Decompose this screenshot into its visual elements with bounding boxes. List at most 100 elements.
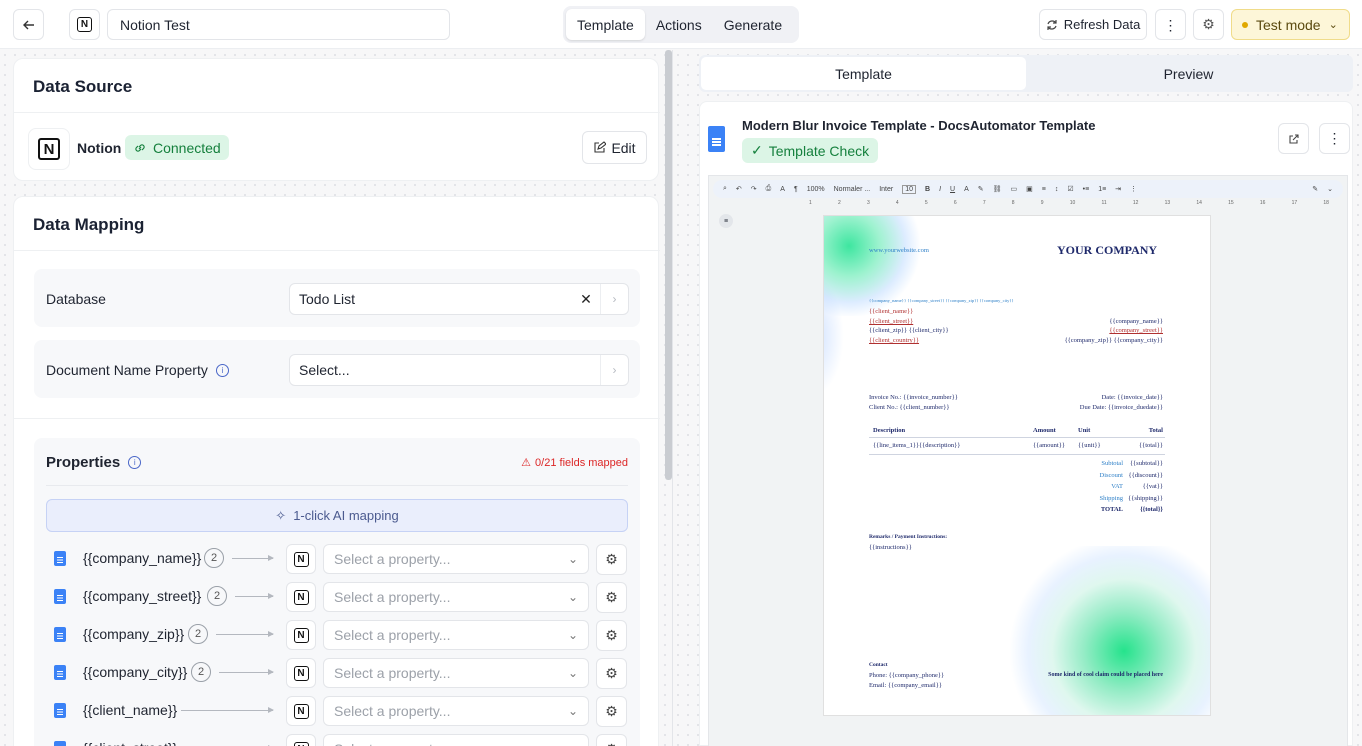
refresh-data-button[interactable]: Refresh Data bbox=[1039, 9, 1147, 40]
tab-template[interactable]: Template bbox=[566, 9, 645, 40]
doc-total-label: Subtotal bbox=[1101, 460, 1123, 467]
gear-icon: ⚙ bbox=[605, 627, 618, 643]
database-value: Todo List bbox=[299, 291, 356, 307]
ai-mapping-button[interactable]: ✧ 1-click AI mapping bbox=[46, 499, 628, 532]
outline-icon[interactable]: ≡ bbox=[719, 214, 733, 228]
chevron-down-icon: ⌄ bbox=[567, 590, 578, 604]
arrow-left-icon bbox=[22, 20, 34, 29]
underline-icon[interactable]: U bbox=[950, 186, 955, 193]
google-doc-icon bbox=[54, 703, 66, 718]
test-mode-dropdown[interactable]: Test mode ⌄ bbox=[1231, 9, 1350, 40]
spellcheck-icon[interactable]: A bbox=[780, 186, 785, 193]
doc-total-value: {{vat}} bbox=[1142, 483, 1163, 490]
text-color-icon[interactable]: A bbox=[964, 186, 969, 193]
doc-th-unit: Unit bbox=[1078, 427, 1091, 434]
paint-format-icon[interactable]: ¶ bbox=[794, 186, 798, 193]
properties-heading: Properties bbox=[46, 454, 121, 471]
chevron-right-icon[interactable]: › bbox=[600, 284, 628, 314]
doc-company-street-right: {{company_street}} bbox=[1109, 327, 1163, 334]
redo-icon[interactable]: ↷ bbox=[751, 185, 757, 193]
blur-blob-bottom bbox=[1004, 546, 1210, 715]
property-select[interactable]: Select a property... ⌄ bbox=[323, 582, 589, 612]
tab-generate[interactable]: Generate bbox=[713, 9, 793, 40]
style-select[interactable]: Normaler ... bbox=[834, 186, 871, 193]
property-settings-button[interactable]: ⚙ bbox=[596, 620, 627, 651]
template-title-input[interactable] bbox=[107, 9, 450, 40]
ruler-tick: 16 bbox=[1259, 200, 1266, 206]
property-settings-button[interactable]: ⚙ bbox=[596, 582, 627, 613]
provider-name: Notion bbox=[77, 140, 122, 156]
doc-td-description: {{line_items_1}}{{description}} bbox=[873, 442, 961, 449]
open-link-button[interactable] bbox=[1278, 123, 1309, 154]
property-row: {{company_city}} 2 N Select a property..… bbox=[45, 655, 635, 691]
notion-app-icon: N bbox=[69, 9, 100, 40]
ruler-tick: 6 bbox=[953, 200, 957, 206]
ruler-tick: 15 bbox=[1228, 200, 1234, 206]
editing-mode-icon[interactable]: ✎ bbox=[1312, 185, 1318, 193]
chevron-right-icon[interactable]: › bbox=[600, 355, 628, 385]
indent-icon[interactable]: ⇥ bbox=[1115, 185, 1121, 193]
doc-date: Date: {{invoice_date}} bbox=[1101, 394, 1163, 401]
image-icon[interactable]: ▣ bbox=[1026, 185, 1033, 193]
property-settings-button[interactable]: ⚙ bbox=[596, 658, 627, 689]
info-icon[interactable]: i bbox=[128, 456, 142, 469]
bullet-list-icon[interactable]: •≡ bbox=[1083, 186, 1090, 193]
left-scrollbar[interactable] bbox=[665, 50, 672, 480]
notion-logo-icon: N bbox=[38, 138, 60, 160]
zoom-select[interactable]: 100% bbox=[807, 186, 825, 193]
back-button[interactable] bbox=[13, 9, 44, 40]
property-select[interactable]: Select a property... ⌄ bbox=[323, 696, 589, 726]
doc-phone: Phone: {{company_phone}} bbox=[869, 672, 945, 679]
gear-icon: ⚙ bbox=[1202, 16, 1215, 32]
settings-button[interactable]: ⚙ bbox=[1193, 9, 1224, 40]
property-select[interactable]: Select a property... ⌄ bbox=[323, 658, 589, 688]
highlight-icon[interactable]: ✎ bbox=[978, 185, 984, 193]
ruler-tick: 1 bbox=[809, 200, 812, 206]
template-check-badge[interactable]: ✓ Template Check bbox=[742, 138, 879, 163]
line-spacing-icon[interactable]: ↕ bbox=[1055, 186, 1059, 193]
property-settings-button[interactable]: ⚙ bbox=[596, 734, 627, 746]
doc-th-total: Total bbox=[1148, 427, 1163, 434]
tab-actions[interactable]: Actions bbox=[645, 9, 713, 40]
doc-table-line bbox=[869, 454, 1165, 455]
print-icon[interactable]: ⎙ bbox=[766, 185, 772, 193]
database-select[interactable]: Todo List ✕ › bbox=[289, 283, 629, 315]
divider bbox=[46, 485, 628, 486]
numbered-list-icon[interactable]: 1≡ bbox=[1098, 186, 1106, 193]
tab-template-view[interactable]: Template bbox=[701, 57, 1026, 90]
align-icon[interactable]: ≡ bbox=[1042, 186, 1046, 193]
google-doc-icon bbox=[54, 741, 66, 746]
usage-count-badge: 2 bbox=[191, 662, 211, 682]
usage-count-badge: 2 bbox=[188, 624, 208, 644]
database-row: Database Todo List ✕ › bbox=[34, 269, 640, 327]
link-icon[interactable]: ⛓ bbox=[993, 185, 1002, 193]
document-name-select[interactable]: Select... › bbox=[289, 354, 629, 386]
property-select[interactable]: Select a property... ⌄ bbox=[323, 620, 589, 650]
checklist-icon[interactable]: ☑ bbox=[1067, 185, 1073, 193]
edit-button[interactable]: Edit bbox=[582, 131, 647, 164]
doc-client-city: {{client_zip}} {{client_city}} bbox=[869, 327, 949, 334]
comment-icon[interactable]: ▭ bbox=[1011, 185, 1018, 193]
font-select[interactable]: Inter bbox=[879, 186, 893, 193]
warning-icon: ⚠ bbox=[521, 457, 532, 469]
italic-icon[interactable]: I bbox=[939, 186, 941, 193]
property-settings-button[interactable]: ⚙ bbox=[596, 696, 627, 727]
property-select[interactable]: Select a property... ⌄ bbox=[323, 544, 589, 574]
tab-preview[interactable]: Preview bbox=[1026, 57, 1351, 90]
more-options-button[interactable]: ⋮ bbox=[1155, 9, 1186, 40]
search-icon[interactable]: ⌕ bbox=[723, 185, 727, 193]
font-size-input[interactable]: 10 bbox=[902, 184, 916, 194]
info-icon[interactable]: i bbox=[215, 363, 229, 377]
more-icon[interactable]: ⋮ bbox=[1130, 185, 1137, 193]
property-settings-button[interactable]: ⚙ bbox=[596, 544, 627, 575]
arrow-right-icon bbox=[181, 707, 274, 713]
clear-icon[interactable]: ✕ bbox=[572, 291, 600, 308]
divider bbox=[14, 112, 660, 113]
property-select[interactable]: Select a property... ⌄ bbox=[323, 734, 589, 746]
preview-tabs: Template Preview bbox=[699, 55, 1353, 92]
undo-icon[interactable]: ↶ bbox=[736, 185, 742, 193]
bold-icon[interactable]: B bbox=[925, 186, 930, 193]
collapse-icon[interactable]: ⌄ bbox=[1327, 185, 1333, 193]
data-mapping-heading: Data Mapping bbox=[33, 215, 145, 234]
template-more-button[interactable]: ⋮ bbox=[1319, 123, 1350, 154]
